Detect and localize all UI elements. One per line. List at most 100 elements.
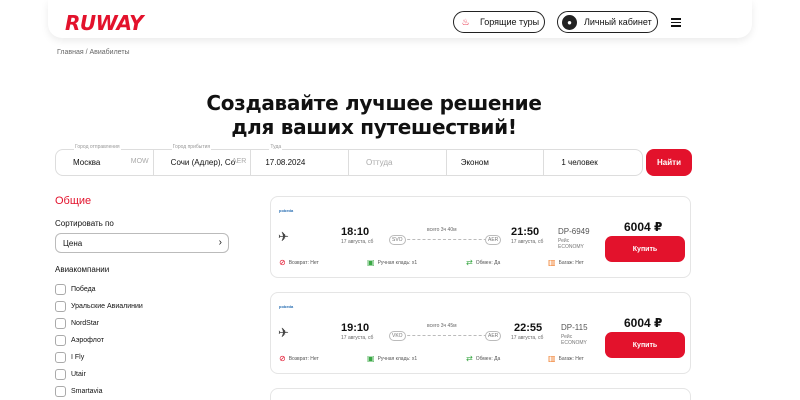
airline-checkbox[interactable]: Utair <box>55 368 86 380</box>
airline-checkbox[interactable]: Победа <box>55 283 96 295</box>
class-name: ECONOMY <box>561 340 587 346</box>
departure-airport: SVO <box>389 235 406 245</box>
personal-cabinet-button[interactable]: ● Личный кабинет <box>557 11 658 33</box>
checkbox-box[interactable] <box>55 300 66 312</box>
hot-tours-button[interactable]: ♨ Горящие туры <box>453 11 545 33</box>
airline-checkbox-label: Smartavia <box>71 387 103 395</box>
baggage-icon: ▥ <box>548 354 556 363</box>
site-header: RUWAY ♨ Горящие туры ● Личный кабинет <box>48 0 752 38</box>
to-field-value: Сочи (Адлер), Сочи <box>170 158 235 167</box>
exchange-info: ⇄ Обмен: Да <box>466 354 500 363</box>
from-field-value: Москва <box>73 158 101 167</box>
airline-checkbox[interactable]: I Fly <box>55 351 84 363</box>
flight-duration: всего 3ч 45м <box>427 323 457 329</box>
airline-checkbox-label: Аэрофлот <box>71 336 104 344</box>
hot-tours-label: Горящие туры <box>480 17 540 27</box>
class-field-value: Эконом <box>460 158 489 167</box>
arrival-date: 17 августа, сб <box>511 335 544 341</box>
refund-text: Возврат: Нет <box>288 259 319 266</box>
sort-select-value: Цена <box>63 238 83 248</box>
class-name: ECONOMY <box>558 244 584 250</box>
filters-title: Общие <box>55 195 92 207</box>
price: 6004 ₽ <box>624 220 663 234</box>
route-line <box>397 239 497 240</box>
checkbox-box[interactable] <box>55 385 66 397</box>
passengers-field-value: 1 человек <box>561 158 598 167</box>
flight-duration: всего 3ч 40м <box>427 227 457 233</box>
user-icon: ● <box>562 15 577 30</box>
checkbox-box[interactable] <box>55 351 66 363</box>
departure-time: 19:10 <box>341 322 370 334</box>
flight-class: Рейс ECONOMY <box>561 334 587 346</box>
carryon-icon: ▣ <box>367 354 375 363</box>
flame-icon: ♨ <box>461 17 470 27</box>
price: 6004 ₽ <box>624 316 663 330</box>
plane-icon: ✈ <box>278 229 289 244</box>
refund-text: Возврат: Нет <box>288 355 319 362</box>
personal-cabinet-label: Личный кабинет <box>584 17 652 27</box>
refund-info: ⊘ Возврат: Нет <box>279 354 319 363</box>
from-field[interactable]: Город отправления Москва MOW <box>56 144 154 175</box>
date-back-field[interactable]: Оттуда <box>349 150 447 175</box>
page-title-line-2: для ваших путешествий! <box>231 115 517 139</box>
arrival-time: 21:50 <box>511 226 540 238</box>
flight-number: DP-6949 <box>558 227 590 236</box>
class-field[interactable]: Эконом <box>447 150 545 175</box>
to-field-code: AER <box>231 158 247 165</box>
page-title-line-1: Создавайте лучшее решение <box>206 91 542 115</box>
exchange-info: ⇄ Обмен: Да <box>466 258 500 267</box>
date-back-placeholder: Оттуда <box>366 158 393 167</box>
departure-time: 18:10 <box>341 226 370 238</box>
airline-checkbox-label: NordStar <box>71 319 100 327</box>
sort-label: Сортировать по <box>55 219 114 228</box>
airline-checkbox[interactable]: Аэрофлот <box>55 334 104 346</box>
buy-button[interactable]: Купить <box>605 332 685 358</box>
search-form: Город отправления Москва MOW Город прибы… <box>55 144 643 176</box>
no-refund-icon: ⊘ <box>279 258 286 267</box>
flight-card: pobeda ✈ 18:10 17 августа, сб всего 3ч 4… <box>270 196 691 278</box>
exchange-text: Обмен: Да <box>475 355 501 362</box>
airline-checkbox-label: Уральские Авиалинии <box>71 302 143 310</box>
plane-icon: ✈ <box>278 325 289 340</box>
carryon-text: Ручная кладь: x1 <box>377 259 418 266</box>
find-button[interactable]: Найти <box>646 149 692 176</box>
buy-button[interactable]: Купить <box>605 236 685 262</box>
airline-logo: pobeda <box>279 208 294 213</box>
to-field[interactable]: Город прибытия Сочи (Адлер), Сочи AER <box>154 144 252 175</box>
to-field-label: Город прибытия <box>171 144 212 150</box>
exchange-icon: ⇄ <box>466 354 473 363</box>
flight-number: DP-115 <box>561 323 588 332</box>
arrival-time: 22:55 <box>514 322 543 334</box>
ruway-logo[interactable]: RUWAY <box>65 11 144 35</box>
hamburger-icon[interactable] <box>671 18 681 27</box>
checkbox-box[interactable] <box>55 334 66 346</box>
passengers-field[interactable]: 1 человек <box>544 150 642 175</box>
baggage-text: Багаж: Нет <box>558 259 584 266</box>
no-refund-icon: ⊘ <box>279 354 286 363</box>
date-there-field[interactable]: Туда 17.08.2024 <box>251 144 350 175</box>
carryon-info: ▣ Ручная кладь: x1 <box>367 354 417 363</box>
route-line <box>397 335 497 336</box>
from-field-code: MOW <box>130 158 149 165</box>
airline-checkbox[interactable]: NordStar <box>55 317 99 329</box>
checkbox-box[interactable] <box>55 317 66 329</box>
date-there-label: Туда <box>269 144 283 150</box>
flight-card: pobeda ✈ 19:10 17 августа, сб всего 3ч 4… <box>270 292 691 374</box>
checkbox-box[interactable] <box>55 283 66 295</box>
checkbox-box[interactable] <box>55 368 66 380</box>
airline-logo: pobeda <box>279 304 294 309</box>
exchange-text: Обмен: Да <box>475 259 501 266</box>
baggage-text: Багаж: Нет <box>558 355 584 362</box>
page-title: Создавайте лучшее решение для ваших путе… <box>0 91 748 139</box>
baggage-info: ▥ Багаж: Нет <box>548 354 584 363</box>
departure-date: 17 августа, сб <box>341 239 374 245</box>
sort-select[interactable]: Цена › <box>55 233 229 253</box>
baggage-info: ▥ Багаж: Нет <box>548 258 584 267</box>
airline-checkbox-label: I Fly <box>71 353 85 361</box>
airline-checkbox[interactable]: Уральские Авиалинии <box>55 300 143 312</box>
arrival-date: 17 августа, сб <box>511 239 544 245</box>
airline-checkbox[interactable]: Smartavia <box>55 385 103 397</box>
airlines-label: Авиакомпании <box>55 265 110 274</box>
flight-class: Рейс ECONOMY <box>558 238 584 250</box>
arrival-airport: AER <box>485 331 502 341</box>
